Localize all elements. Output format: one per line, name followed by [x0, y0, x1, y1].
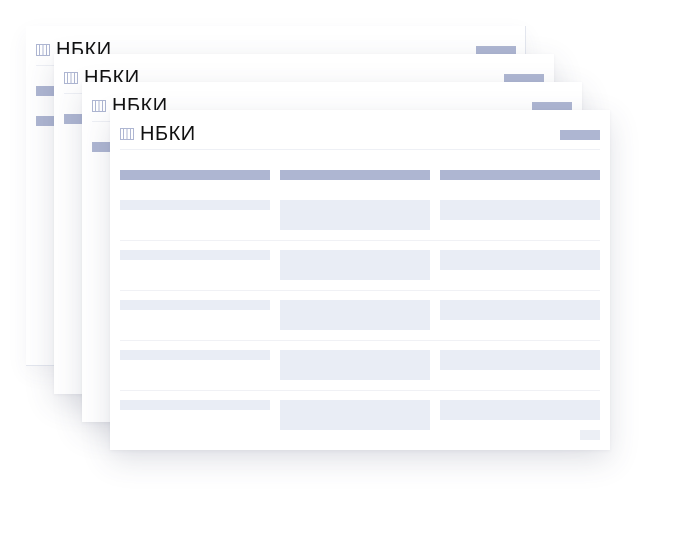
- cell-placeholder: [280, 400, 430, 430]
- book-icon: [36, 44, 50, 56]
- cell-placeholder: [280, 200, 430, 230]
- footer-button[interactable]: [580, 430, 600, 440]
- row-divider: [120, 340, 600, 341]
- row-divider: [120, 290, 600, 291]
- book-icon: [92, 100, 106, 112]
- header-button[interactable]: [560, 130, 600, 140]
- cell-placeholder: [440, 350, 600, 370]
- brand-name: НБКИ: [140, 123, 196, 145]
- cell-placeholder: [280, 350, 430, 380]
- column-header-3: [440, 170, 600, 180]
- cell-placeholder: [120, 300, 270, 310]
- cell-placeholder: [120, 350, 270, 360]
- cell-placeholder: [120, 400, 270, 410]
- cell-placeholder: [440, 300, 600, 320]
- logo: НБКИ: [120, 122, 196, 146]
- cell-placeholder: [440, 250, 600, 270]
- cell-placeholder: [280, 300, 430, 330]
- row-divider: [120, 390, 600, 391]
- cell-placeholder: [440, 400, 600, 420]
- cell-placeholder: [120, 250, 270, 260]
- cell-placeholder: [120, 200, 270, 210]
- cell-placeholder: [280, 250, 430, 280]
- column-header-2: [280, 170, 430, 180]
- book-icon: [120, 128, 134, 140]
- document-card-front: НБКИ: [110, 110, 610, 450]
- row-divider: [120, 240, 600, 241]
- book-icon: [64, 72, 78, 84]
- column-header-1: [120, 170, 270, 180]
- header-divider: [120, 149, 600, 150]
- cell-placeholder: [440, 200, 600, 220]
